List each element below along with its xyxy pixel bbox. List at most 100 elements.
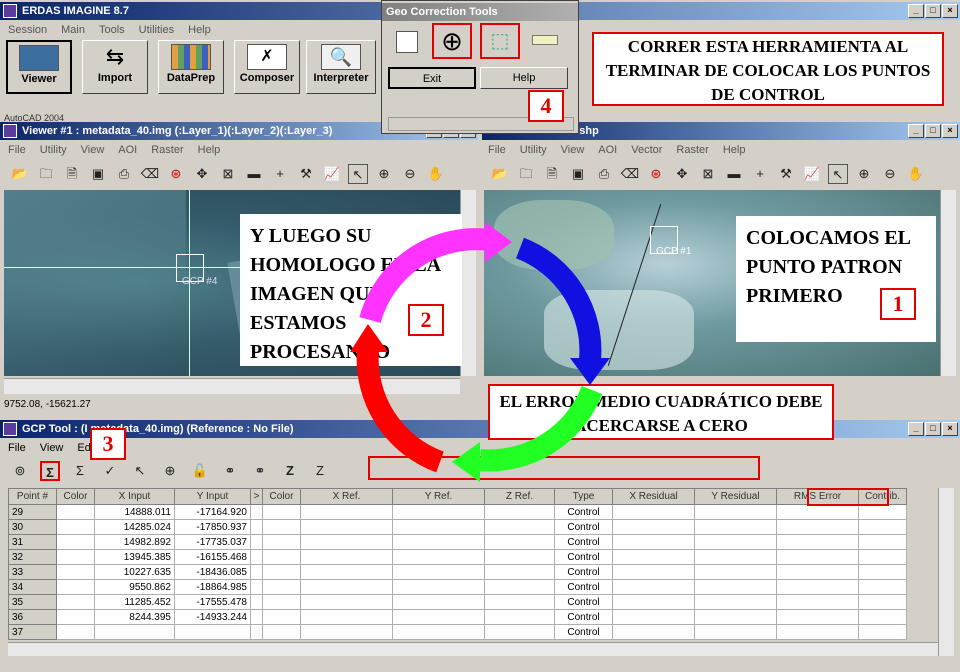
table-cell[interactable] [392, 504, 485, 520]
table-cell[interactable] [262, 594, 301, 610]
z-alt-icon[interactable]: Z [310, 461, 330, 481]
print-icon[interactable]: ⎙ [594, 164, 614, 184]
table-cell[interactable] [694, 594, 777, 610]
table-cell[interactable] [858, 519, 907, 535]
fit-icon[interactable]: ⊠ [218, 164, 238, 184]
column-header[interactable]: X Residual [612, 488, 695, 505]
table-cell[interactable] [612, 534, 695, 550]
table-cell[interactable] [300, 624, 393, 640]
table-cell[interactable]: Control [554, 564, 613, 580]
column-header[interactable]: Point # [8, 488, 57, 505]
table-cell[interactable]: 14888.011 [94, 504, 175, 520]
table-cell[interactable] [776, 519, 859, 535]
table-cell[interactable] [250, 549, 263, 565]
table-cell[interactable]: 34 [8, 579, 57, 595]
table-cell[interactable] [694, 609, 777, 625]
column-header[interactable]: Y Residual [694, 488, 777, 505]
table-cell[interactable] [612, 504, 695, 520]
table-cell[interactable] [484, 624, 555, 640]
v2-menu-help[interactable]: Help [723, 141, 746, 159]
gcp-close[interactable]: × [942, 422, 958, 436]
table-cell[interactable] [392, 609, 485, 625]
binoculars-alt-icon[interactable]: ⚭ [250, 461, 270, 481]
column-header[interactable]: Color [56, 488, 95, 505]
table-cell[interactable] [56, 609, 95, 625]
table-cell[interactable] [612, 564, 695, 580]
sigma-icon[interactable]: Σ [40, 461, 60, 481]
table-cell[interactable] [300, 609, 393, 625]
resample-icon[interactable]: ⬚ [480, 23, 520, 59]
menu-session[interactable]: Session [8, 21, 47, 39]
table-cell[interactable] [262, 624, 301, 640]
table-cell[interactable] [484, 579, 555, 595]
table-cell[interactable] [776, 579, 859, 595]
sigma-alt-icon[interactable]: Σ [70, 461, 90, 481]
table-cell[interactable] [250, 519, 263, 535]
zoom-in-icon[interactable]: ⊕ [854, 164, 874, 184]
table-cell[interactable]: 31 [8, 534, 57, 550]
table-cell[interactable] [858, 579, 907, 595]
table-cell[interactable] [776, 609, 859, 625]
hammer-icon[interactable]: ⚒ [776, 164, 796, 184]
zoom-out-icon[interactable]: ⊖ [400, 164, 420, 184]
table-cell[interactable] [250, 624, 263, 640]
table-cell[interactable] [300, 549, 393, 565]
expand-icon[interactable]: ✥ [192, 164, 212, 184]
globe-icon[interactable]: ⊚ [10, 461, 30, 481]
table-row[interactable]: 33 10227.635 -18436.085 Control [8, 564, 907, 580]
table-cell[interactable] [56, 564, 95, 580]
select-pointer-icon[interactable]: ↖ [130, 461, 150, 481]
table-cell[interactable] [56, 519, 95, 535]
table-cell[interactable] [776, 504, 859, 520]
viewer2-vscroll[interactable] [940, 190, 956, 376]
v1-menu-view[interactable]: View [81, 141, 105, 159]
table-cell[interactable] [56, 579, 95, 595]
ruler-tool-icon[interactable] [532, 35, 558, 45]
minimize-button[interactable]: _ [908, 4, 924, 18]
table-cell[interactable] [250, 504, 263, 520]
v1-menu-raster[interactable]: Raster [151, 141, 183, 159]
v1-menu-utility[interactable]: Utility [40, 141, 67, 159]
table-cell[interactable] [776, 594, 859, 610]
menu-utilities[interactable]: Utilities [139, 21, 174, 39]
chart-icon[interactable]: 📈 [802, 164, 822, 184]
table-cell[interactable] [262, 504, 301, 520]
viewer2-close[interactable]: × [942, 124, 958, 138]
pan-hand-icon[interactable]: ✋ [426, 164, 446, 184]
table-cell[interactable] [776, 624, 859, 640]
column-header[interactable]: Y Input [174, 488, 251, 505]
table-cell[interactable] [392, 579, 485, 595]
close-button[interactable]: × [942, 4, 958, 18]
table-cell[interactable] [484, 564, 555, 580]
table-cell[interactable] [262, 579, 301, 595]
table-cell[interactable]: 37 [8, 624, 57, 640]
table-cell[interactable] [694, 624, 777, 640]
hammer-icon[interactable]: ⚒ [296, 164, 316, 184]
gcp-maximize[interactable]: □ [925, 422, 941, 436]
table-cell[interactable] [858, 609, 907, 625]
expand-icon[interactable]: ✥ [672, 164, 692, 184]
table-cell[interactable]: -18864.985 [174, 579, 251, 595]
table-cell[interactable] [858, 564, 907, 580]
crosshair-icon[interactable]: + [750, 164, 770, 184]
gcp-menu-file[interactable]: File [8, 439, 26, 457]
column-header[interactable]: Y Ref. [392, 488, 485, 505]
column-header[interactable]: > [250, 488, 263, 505]
table-cell[interactable]: 32 [8, 549, 57, 565]
table-cell[interactable] [392, 624, 485, 640]
table-cell[interactable]: Control [554, 579, 613, 595]
table-row[interactable]: 31 14982.892 -17735.037 Control [8, 534, 907, 550]
ruler-icon[interactable]: ▬ [244, 164, 264, 184]
table-cell[interactable] [392, 519, 485, 535]
table-cell[interactable] [392, 594, 485, 610]
table-cell[interactable]: 8244.395 [94, 609, 175, 625]
table-cell[interactable] [484, 534, 555, 550]
table-cell[interactable] [694, 579, 777, 595]
table-cell[interactable] [262, 534, 301, 550]
table-cell[interactable]: 13945.385 [94, 549, 175, 565]
table-cell[interactable]: Control [554, 549, 613, 565]
table-row[interactable]: 35 11285.452 -17555.478 Control [8, 594, 907, 610]
display-icon[interactable] [396, 31, 418, 53]
table-row[interactable]: 29 14888.011 -17164.920 Control [8, 504, 907, 520]
viewer2-maximize[interactable]: □ [925, 124, 941, 138]
